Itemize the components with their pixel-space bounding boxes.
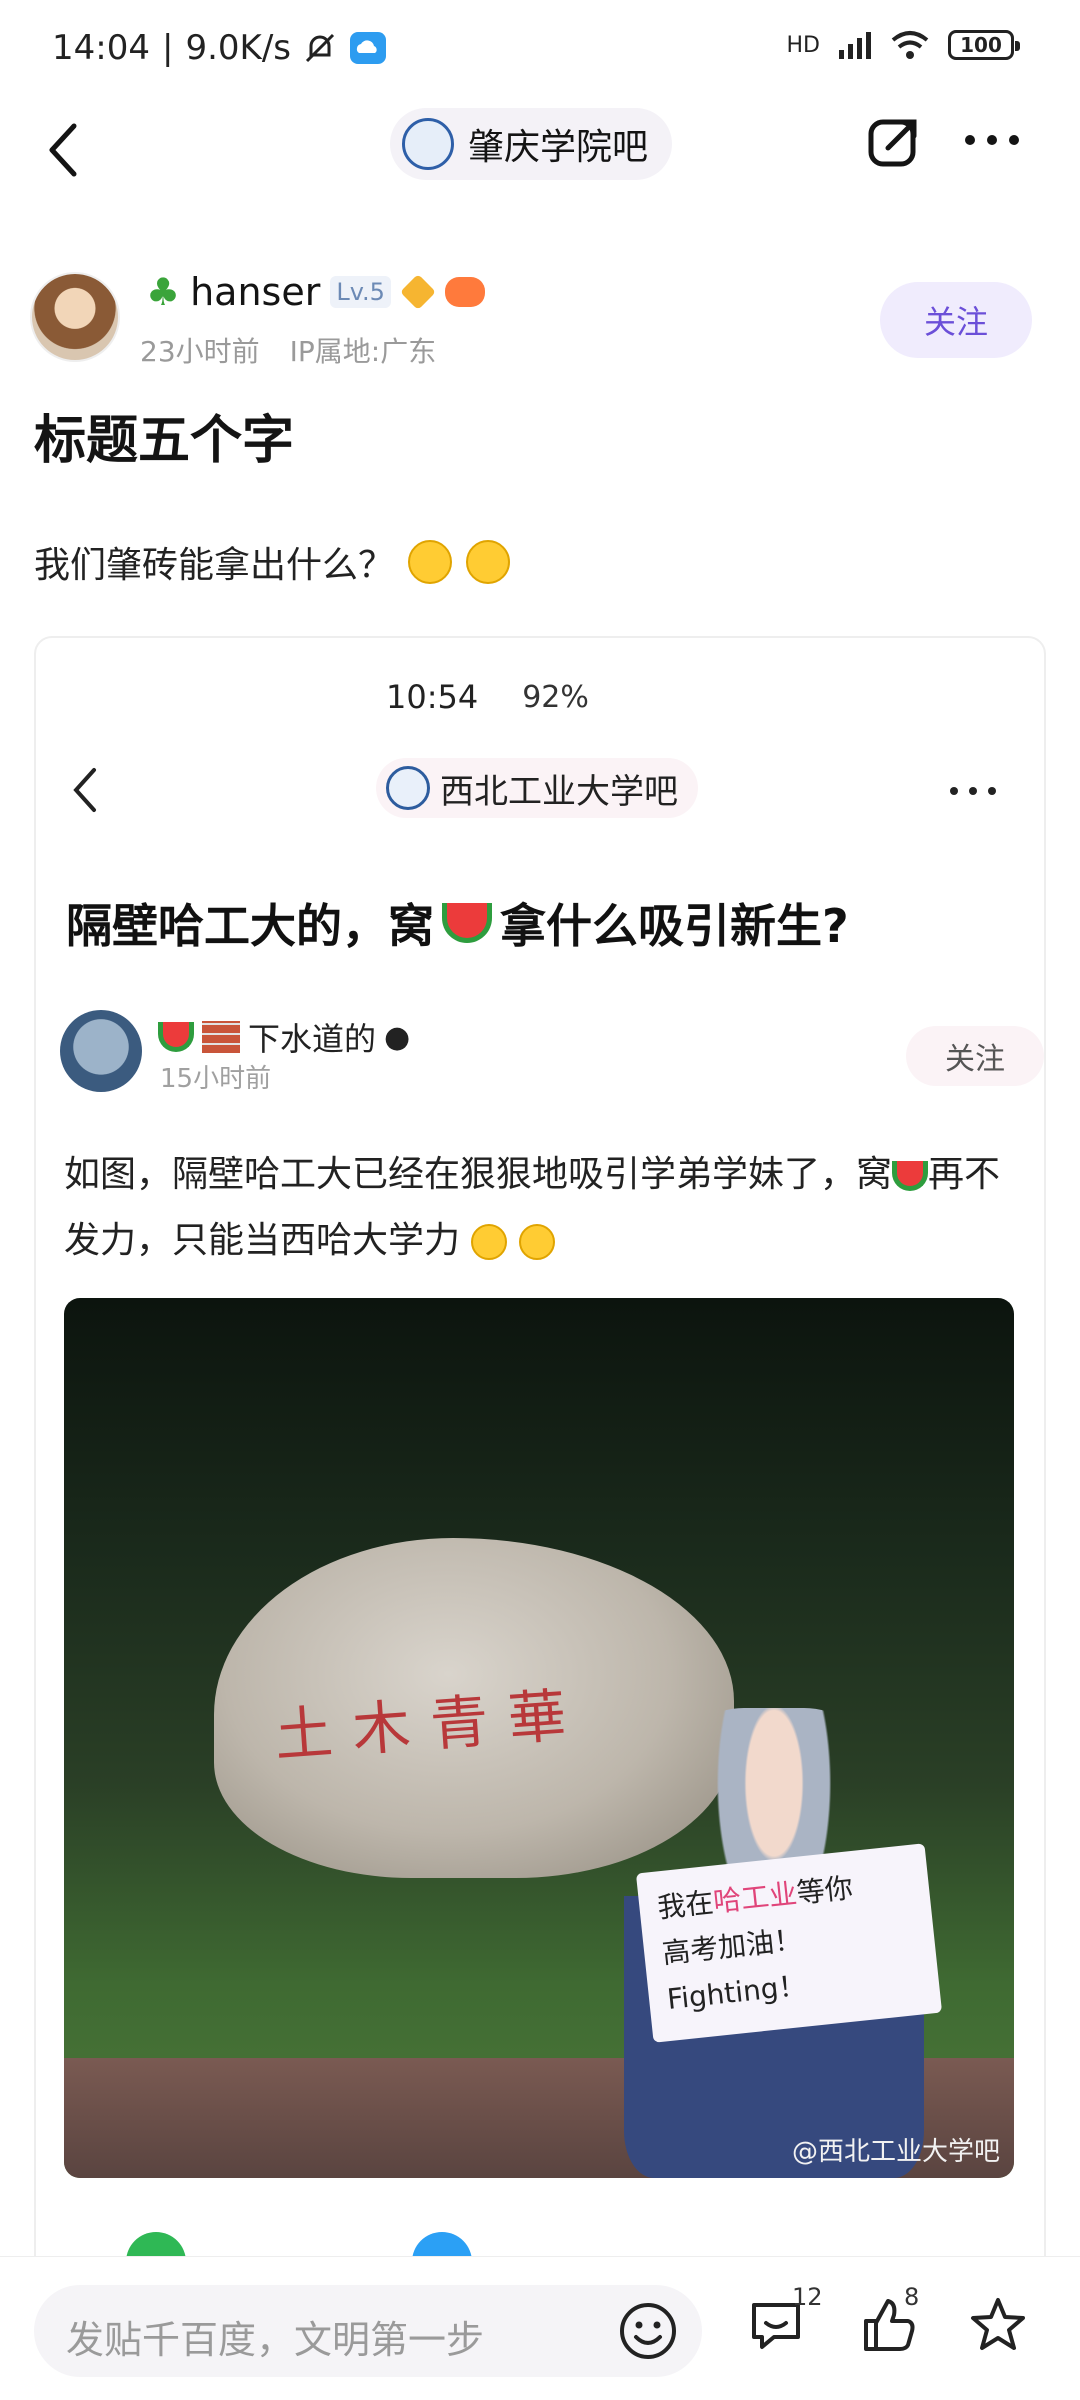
gem-badge-icon: [399, 273, 436, 311]
embedded-title: 隔壁哈工大的，窝 拿什么吸引新生?: [66, 899, 849, 953]
favorite-star-icon[interactable]: [968, 2295, 1028, 2355]
status-bar: 14:04 | 9.0K/s HD 100: [0, 0, 1080, 100]
author-name[interactable]: hanser: [190, 270, 320, 314]
back-arrow-icon[interactable]: [44, 120, 84, 180]
watermelon-icon: [158, 1022, 194, 1052]
post-time: 23小时前: [140, 335, 260, 368]
bottom-action-bar: 发贴千百度，文明第一步 12 8: [0, 2256, 1080, 2400]
author-avatar[interactable]: [30, 272, 120, 362]
photo-watermark: @西北工业大学吧: [791, 2137, 1000, 2167]
wifi-icon: [891, 31, 929, 59]
follow-button[interactable]: 关注: [880, 282, 1032, 358]
more-options-icon[interactable]: [962, 130, 1022, 150]
comment-input[interactable]: 发贴千百度，文明第一步: [34, 2285, 702, 2377]
level-badge: Lv.5: [330, 276, 391, 308]
embedded-author-row: 下水道的 ● 15小时前 关注: [60, 1010, 1044, 1100]
embedded-status-bar: 10:54 92%: [386, 678, 589, 716]
mute-bell-icon: [305, 33, 335, 63]
campus-photo[interactable]: 土木青華 我在哈工业等你 高考加油！ Fighting！ @西北工业大学吧: [64, 1298, 1014, 2178]
watermelon-icon: [442, 903, 492, 943]
forum-pill[interactable]: 肇庆学院吧: [390, 108, 673, 180]
embedded-author-avatar: [60, 1010, 142, 1092]
forum-name: 肇庆学院吧: [468, 127, 649, 168]
photo-sign: 我在哈工业等你 高考加油！ Fighting！: [635, 1843, 943, 2043]
hd-indicator: HD: [786, 32, 820, 58]
embedded-forum-pill: 西北工业大学吧: [376, 758, 698, 818]
clover-icon: ♣: [146, 270, 181, 314]
crying-emoji-icon: [518, 1224, 555, 1260]
game-badge-icon: [444, 277, 485, 307]
embedded-body: 如图，隔壁哈工大已经在狠狠地吸引学弟学妹了，窝 再不发力，只能当西哈大学力: [64, 1154, 1001, 1261]
embedded-forum-name: 西北工业大学吧: [440, 771, 678, 812]
comment-count: 12: [792, 2283, 823, 2311]
embedded-back-icon: [73, 768, 96, 812]
forum-logo-icon: [402, 118, 454, 170]
post-author-row: ♣ hanser Lv.5 23小时前 IP属地:广东 关注: [30, 270, 1050, 370]
wow-emoji-icon: [466, 540, 511, 584]
status-network-speed: 9.0K/s: [185, 28, 291, 68]
crying-emoji-icon: [471, 1224, 508, 1260]
post-body: 我们肇砖能拿出什么？: [34, 536, 511, 588]
watermelon-icon: [892, 1161, 929, 1191]
post-title: 标题五个字: [34, 411, 295, 471]
embedded-author-name: 下水道的: [248, 1020, 377, 1058]
embedded-screenshot[interactable]: 10:54 92% 西北工业大学吧 隔壁哈工大的，窝 拿什么吸引新生? 下水道的…: [34, 636, 1046, 2276]
cloud-icon: [350, 32, 386, 64]
embedded-more-icon: [950, 787, 996, 795]
share-icon[interactable]: [866, 114, 922, 170]
mouse-icon: ●: [384, 1019, 411, 1055]
comment-placeholder: 发贴千百度，文明第一步: [66, 2318, 485, 2362]
embedded-forum-logo-icon: [386, 766, 430, 810]
post-meta: 23小时前 IP属地:广东: [140, 330, 436, 370]
battery-indicator: 100: [948, 30, 1020, 60]
embedded-post-time: 15小时前: [160, 1064, 272, 1094]
emoji-picker-icon[interactable]: [618, 2301, 678, 2361]
top-nav-bar: 肇庆学院吧: [0, 100, 1080, 200]
like-count: 8: [904, 2283, 920, 2311]
signal-icon: [839, 32, 871, 59]
brick-icon: [202, 1021, 240, 1053]
embedded-follow-button: 关注: [906, 1026, 1044, 1086]
ip-location: IP属地:广东: [289, 335, 437, 368]
smile-emoji-icon: [408, 540, 453, 584]
status-time: 14:04: [52, 28, 150, 68]
